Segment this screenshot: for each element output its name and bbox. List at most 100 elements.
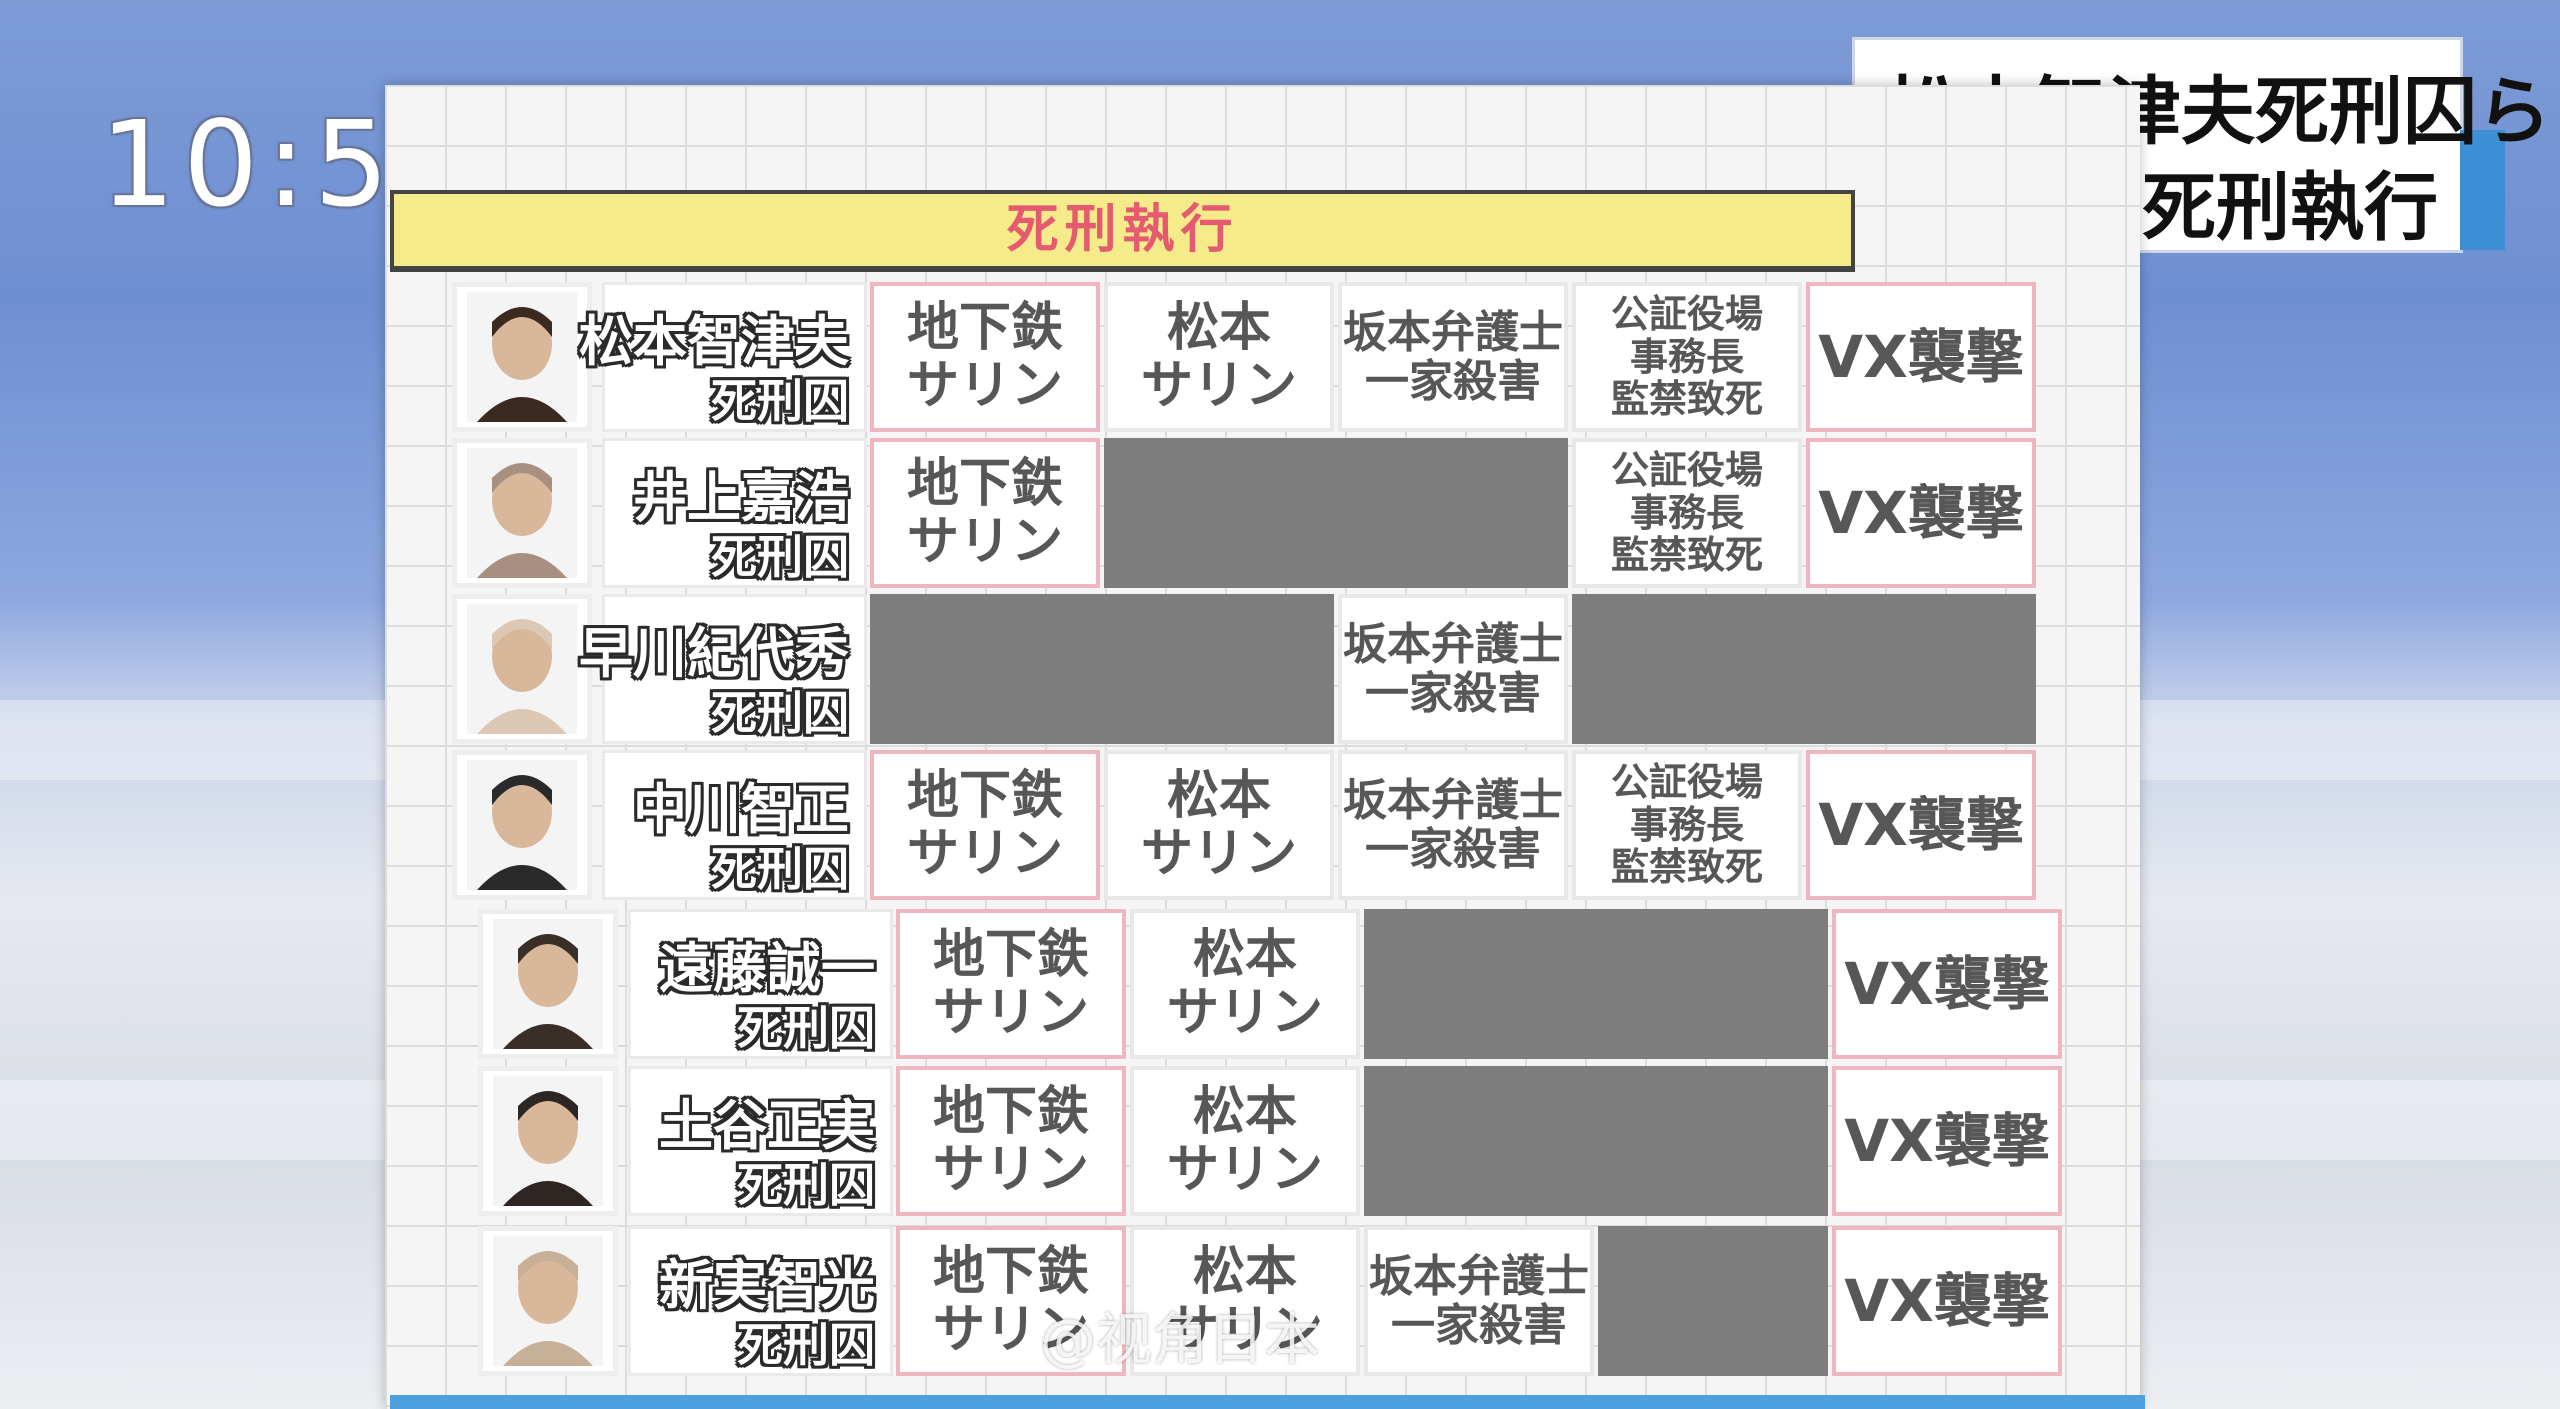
inmate-title: 死刑囚: [711, 842, 849, 896]
case-card-label: サリン: [932, 983, 1089, 1043]
case-card-label: サリン: [932, 1140, 1089, 1200]
case-card-label: 監禁致死: [1610, 533, 1763, 578]
case-card-label: 一家殺害: [1391, 1300, 1567, 1351]
portrait-photo: [452, 282, 592, 432]
empty-case-slot: [1364, 909, 1828, 1059]
name-card: 松本智津夫 死刑囚: [579, 282, 867, 432]
case-card-label: 坂本弁護士: [1343, 306, 1563, 358]
empty-case-slot: [1364, 1066, 1828, 1216]
case-card-label: 松本: [1166, 297, 1271, 358]
case-card-matsumoto-sarin: 松本 サリン: [1130, 1066, 1360, 1216]
board-row: 遠藤誠一 死刑囚 地下鉄 サリン 松本 サリン VX襲撃: [478, 909, 2066, 1059]
case-card-label: 監禁致死: [1610, 845, 1763, 890]
name-card: 井上嘉浩 死刑囚: [602, 438, 867, 588]
case-card-label: 公証役場: [1610, 448, 1763, 493]
case-card-notary-office-confinement: 公証役場 事務長 監禁致死: [1572, 438, 1802, 588]
case-card-sakamoto-family-murder: 坂本弁護士 一家殺害: [1338, 282, 1568, 432]
case-card-label: 事務長: [1629, 802, 1744, 847]
name-card: 土谷正実 死刑囚: [628, 1066, 893, 1216]
empty-case-slot: [1104, 438, 1568, 588]
case-card-label: 公証役場: [1610, 292, 1763, 337]
board-row: 早川紀代秀 死刑囚 坂本弁護士 一家殺害: [452, 594, 2040, 744]
case-card-label: 事務長: [1629, 334, 1744, 379]
case-card-label: サリン: [1166, 983, 1323, 1043]
inmate-title: 死刑囚: [711, 686, 849, 740]
case-card-label: サリン: [906, 824, 1063, 884]
case-card-subway-sarin: 地下鉄 サリン: [870, 282, 1100, 432]
case-card-label: 地下鉄: [932, 1241, 1089, 1302]
name-card: 遠藤誠一 死刑囚: [628, 909, 893, 1059]
case-card-vx-attack: VX襲撃: [1806, 282, 2036, 432]
case-card-label: 松本: [1192, 1081, 1297, 1142]
case-card-label: 地下鉄: [906, 297, 1063, 358]
case-card-label: 坂本弁護士: [1343, 618, 1563, 670]
name-card: 早川紀代秀 死刑囚: [579, 594, 867, 744]
case-card-label: 監禁致死: [1610, 377, 1763, 422]
case-card-label: VX襲撃: [1818, 322, 2024, 391]
case-card-label: サリン: [1166, 1140, 1323, 1200]
case-card-label: 事務長: [1629, 490, 1744, 535]
case-card-matsumoto-sarin: 松本 サリン: [1130, 909, 1360, 1059]
bottom-strip: [390, 1395, 2145, 1409]
portrait-photo: [478, 1226, 618, 1376]
case-card-label: 松本: [1192, 924, 1297, 985]
name-card: 中川智正 死刑囚: [602, 750, 867, 900]
case-card-sakamoto-family-murder: 坂本弁護士 一家殺害: [1364, 1226, 1594, 1376]
portrait-photo: [452, 750, 592, 900]
case-card-notary-office-confinement: 公証役場 事務長 監禁致死: [1572, 282, 1802, 432]
case-card-label: 一家殺害: [1365, 824, 1541, 875]
case-card-matsumoto-sarin: 松本 サリン: [1104, 282, 1334, 432]
portrait-photo: [478, 909, 618, 1059]
watermark: @视角日本: [1040, 1308, 1320, 1373]
case-card-subway-sarin: 地下鉄 サリン: [870, 750, 1100, 900]
portrait-photo: [452, 438, 592, 588]
case-card-label: 地下鉄: [932, 924, 1089, 985]
case-card-label: 一家殺害: [1365, 356, 1541, 407]
case-card-vx-attack: VX襲撃: [1806, 438, 2036, 588]
case-card-subway-sarin: 地下鉄 サリン: [896, 1066, 1126, 1216]
case-card-label: VX襲撃: [1844, 949, 2050, 1018]
case-card-label: VX襲撃: [1818, 790, 2024, 859]
empty-case-slot: [1598, 1226, 1828, 1376]
board-row: 井上嘉浩 死刑囚 地下鉄 サリン 公証役場 事務長 監禁致死 VX襲撃: [452, 438, 2040, 588]
case-card-notary-office-confinement: 公証役場 事務長 監禁致死: [1572, 750, 1802, 900]
inmate-title: 死刑囚: [737, 1158, 875, 1212]
case-card-sakamoto-family-murder: 坂本弁護士 一家殺害: [1338, 594, 1568, 744]
case-card-subway-sarin: 地下鉄 サリン: [870, 438, 1100, 588]
case-card-label: 坂本弁護士: [1343, 774, 1563, 826]
case-card-label: VX襲撃: [1818, 478, 2024, 547]
portrait-photo: [478, 1066, 618, 1216]
portrait-photo: [452, 594, 592, 744]
case-card-label: サリン: [1140, 356, 1297, 416]
case-card-vx-attack: VX襲撃: [1832, 1066, 2062, 1216]
case-card-label: 地下鉄: [906, 765, 1063, 826]
case-card-label: VX襲撃: [1844, 1266, 2050, 1335]
case-card-vx-attack: VX襲撃: [1806, 750, 2036, 900]
board-banner: 死刑執行: [390, 190, 1855, 272]
case-card-subway-sarin: 地下鉄 サリン: [896, 909, 1126, 1059]
case-card-label: 公証役場: [1610, 760, 1763, 805]
board-row: 土谷正実 死刑囚 地下鉄 サリン 松本 サリン VX襲撃: [478, 1066, 2066, 1216]
inmate-title: 死刑囚: [737, 1318, 875, 1372]
case-card-matsumoto-sarin: 松本 サリン: [1104, 750, 1334, 900]
case-card-sakamoto-family-murder: 坂本弁護士 一家殺害: [1338, 750, 1568, 900]
case-card-label: サリン: [906, 512, 1063, 572]
inmate-title: 死刑囚: [711, 374, 849, 428]
case-card-vx-attack: VX襲撃: [1832, 1226, 2062, 1376]
case-card-label: 地下鉄: [932, 1081, 1089, 1142]
name-card: 新実智光 死刑囚: [628, 1226, 893, 1376]
case-card-label: 坂本弁護士: [1369, 1250, 1589, 1302]
board-row: 中川智正 死刑囚 地下鉄 サリン 松本 サリン 坂本弁護士 一家殺害 公証役場 事務長 監禁致死 VX…: [452, 750, 2040, 900]
case-card-label: 一家殺害: [1365, 668, 1541, 719]
case-card-label: VX襲撃: [1844, 1106, 2050, 1175]
empty-case-slot: [1572, 594, 2036, 744]
case-card-label: 地下鉄: [906, 453, 1063, 514]
case-card-label: サリン: [906, 356, 1063, 416]
case-card-label: 松本: [1192, 1241, 1297, 1302]
case-card-vx-attack: VX襲撃: [1832, 909, 2062, 1059]
inmate-title: 死刑囚: [711, 530, 849, 584]
inmate-title: 死刑囚: [737, 1001, 875, 1055]
empty-case-slot: [870, 594, 1334, 744]
case-card-label: 松本: [1166, 765, 1271, 826]
case-card-label: サリン: [1140, 824, 1297, 884]
